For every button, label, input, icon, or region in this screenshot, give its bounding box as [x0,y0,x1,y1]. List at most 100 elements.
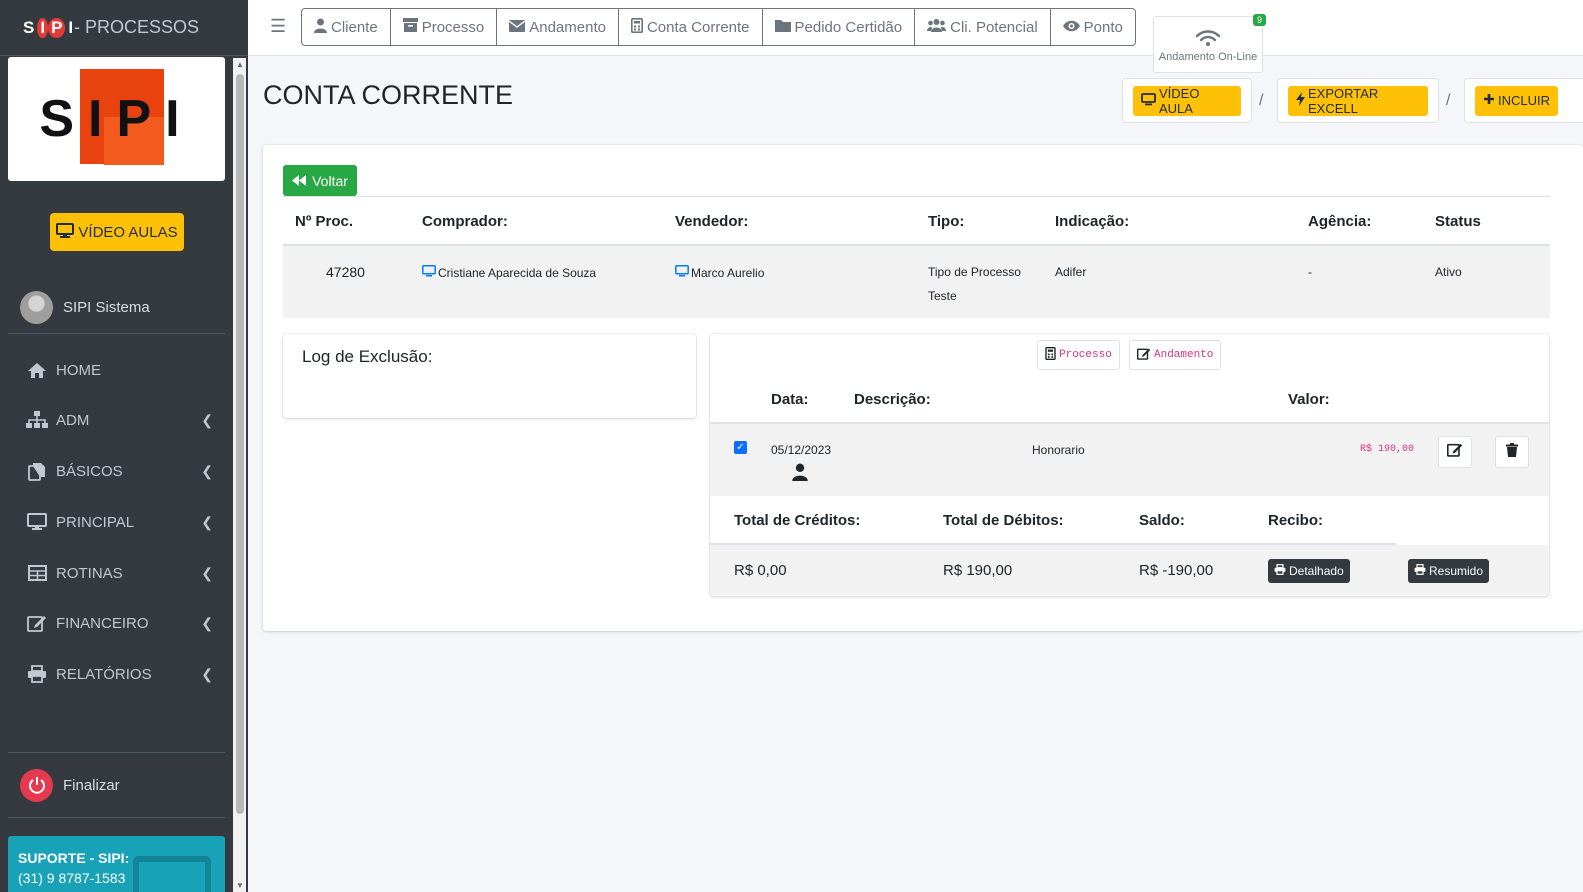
entry-value: R$ 190,00 [1360,444,1415,455]
sidebar-item-label: ADM [56,411,90,429]
menu-icon[interactable]: ☰ [270,16,286,37]
logo-text: SIPI [39,90,194,148]
archive-icon [402,18,418,36]
vendedor-link[interactable]: Marco Aurelio [675,265,764,280]
wifi-icon [1154,29,1262,47]
monitor-icon [133,856,211,892]
print-icon [1274,564,1286,578]
trash-icon [1506,442,1518,462]
export-excel-button[interactable]: EXPORTAR EXCELL [1288,85,1428,116]
include-button[interactable]: INCLUIR [1475,85,1559,116]
user-name: SIPI Sistema [63,299,150,316]
edit-entry-button[interactable] [1438,436,1472,468]
divider [283,196,1550,197]
col-header-status: Status [1435,213,1481,230]
comprador-link[interactable]: Cristiane Aparecida de Souza [422,265,596,280]
backward-icon [292,173,307,189]
vendedor-name: Marco Aurelio [691,265,765,280]
nav-cliente-button[interactable]: Cliente [302,9,391,45]
processo-filter-label: Processo [1059,349,1112,361]
edit-icon [1447,442,1463,462]
video-aula-button[interactable]: VÍDEO AULA [1133,85,1241,116]
sidebar-item-basicos[interactable]: BÁSICOS ❮ [8,449,225,493]
print-icon [1414,564,1426,578]
logout-button[interactable]: Finalizar [8,752,225,818]
nav-label: Pedido Certidão [794,18,903,36]
table-icon [26,565,48,581]
desktop-icon [26,513,48,531]
col-header-vendedor: Vendedor: [675,213,749,230]
sidebar-item-adm[interactable]: ADM ❮ [8,398,225,442]
entry-description: Honorario [1032,443,1085,457]
nav-processo-button[interactable]: Processo [391,9,498,45]
andamento-online-label: Andamento On-Line [1158,51,1258,63]
row-checkbox[interactable]: ✓ [734,441,747,454]
include-label: INCLUIR [1498,93,1551,108]
chevron-left-icon: ❮ [201,564,213,581]
nav-cli-potencial-button[interactable]: Cli. Potencial [915,9,1051,45]
scroll-up-icon[interactable]: ▲ [236,60,244,69]
sidebar-item-label: BÁSICOS [56,462,123,480]
brand[interactable]: SIPI - PROCESSOS [0,0,248,56]
sidebar-item-home[interactable]: HOME [8,348,225,392]
calculator-icon [630,17,643,37]
col-header-data: Data: [771,391,809,408]
nav-conta-corrente-button[interactable]: Conta Corrente [619,9,763,45]
saldo-header: Saldo: [1139,512,1185,529]
back-label: Voltar [312,172,348,189]
sidebar-item-relatorios[interactable]: RELATÓRIOS ❮ [8,652,225,696]
col-header-indicacao: Indicação: [1055,213,1130,230]
scroll-down-icon[interactable]: ▼ [236,881,244,890]
table-row [283,246,1550,318]
separator: / [1446,92,1451,109]
nav-label: Cli. Potencial [950,18,1038,36]
resumido-label: Resumido [1429,564,1484,578]
export-excel-label: EXPORTAR EXCELL [1308,85,1379,116]
col-header-comprador: Comprador: [422,213,508,230]
delete-entry-button[interactable] [1495,436,1529,468]
power-icon [20,768,53,802]
indicacao-value: Adifer [1055,265,1087,279]
video-aulas-button[interactable]: VÍDEO AULAS [50,213,184,251]
chevron-left-icon: ❮ [201,513,213,530]
include-box: INCLUIR [1464,78,1583,123]
recibo-detalhado-button[interactable]: Detalhado [1268,559,1350,583]
nav-ponto-button[interactable]: Ponto [1051,9,1135,45]
recibo-resumido-button[interactable]: Resumido [1408,559,1490,583]
calculator-icon [1045,346,1056,364]
total-creditos-value: R$ 0,00 [734,562,787,579]
brand-mini-letter: S [23,17,35,37]
envelope-icon [508,19,526,36]
processo-filter-button[interactable]: Processo [1037,340,1120,370]
status-value: Ativo [1435,265,1462,279]
brand-mini-letter: P [48,17,66,38]
saldo-value: R$ -190,00 [1139,562,1214,579]
sidebar-item-rotinas[interactable]: ROTINAS ❮ [8,551,225,595]
agencia-value: - [1308,265,1312,279]
andamento-online-widget[interactable]: 9 Andamento On-Line [1153,14,1266,73]
detalhado-label: Detalhado [1289,564,1344,578]
sidebar-item-principal[interactable]: PRINCIPAL ❮ [8,500,225,544]
back-button[interactable]: Voltar [283,165,357,196]
top-nav-group: Cliente Processo Andamento Conta Corrent… [301,8,1136,46]
log-exclusao-title: Log de Exclusão: [302,347,433,366]
nav-andamento-button[interactable]: Andamento [497,9,619,45]
col-header-agencia: Agência: [1308,213,1372,230]
desktop-icon [675,265,689,280]
brand-mini-logo: SIPI [20,13,73,43]
sidebar-scrollbar[interactable]: ▲ ▼ [233,58,246,892]
sidebar-item-label: PRINCIPAL [56,513,135,531]
sidebar-item-label: RELATÓRIOS [56,665,152,683]
scrollbar-thumb[interactable] [236,74,244,814]
nav-label: Ponto [1083,18,1123,36]
desktop-icon [422,265,436,280]
tipo-line-1: Tipo de Processo [928,265,1021,279]
andamento-filter-button[interactable]: Andamento [1129,340,1222,370]
brand-title: - PROCESSOS [74,17,200,37]
sidebar-item-financeiro[interactable]: FINANCEIRO ❮ [8,601,225,645]
desktop-icon [56,222,75,242]
page-title: CONTA CORRENTE [263,80,514,110]
sidebar-item-label: ROTINAS [56,564,123,582]
user-panel[interactable]: SIPI Sistema [8,282,225,334]
nav-pedido-certidao-button[interactable]: Pedido Certidão [763,9,916,45]
